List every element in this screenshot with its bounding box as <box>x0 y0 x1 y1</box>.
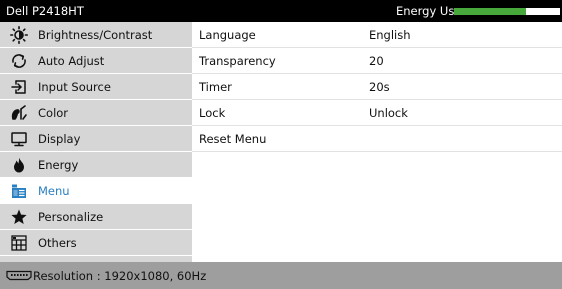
sidebar-item-label: Personalize <box>38 210 104 224</box>
setting-row-timer[interactable]: Timer 20s <box>192 74 562 100</box>
energy-use-fill <box>454 8 527 15</box>
sidebar-item-others[interactable]: Others <box>0 230 192 256</box>
resolution-text: Resolution : 1920x1080, 60Hz <box>33 269 207 283</box>
sidebar-item-menu[interactable]: Menu <box>0 178 192 204</box>
sidebar-item-label: Display <box>38 132 81 146</box>
setting-row-language[interactable]: Language English <box>192 22 562 48</box>
sidebar-item-label: Menu <box>38 184 70 198</box>
sidebar-item-auto-adjust[interactable]: Auto Adjust <box>0 48 192 74</box>
sidebar-item-label: Auto Adjust <box>38 54 105 68</box>
setting-row-reset-menu[interactable]: Reset Menu <box>192 126 562 152</box>
title-bar: Dell P2418HT Energy Use <box>0 0 562 22</box>
setting-value: 20s <box>369 80 390 94</box>
sidebar-item-display[interactable]: Display <box>0 126 192 152</box>
setting-value: 20 <box>369 54 384 68</box>
setting-name: Lock <box>199 106 226 120</box>
model-name: Dell P2418HT <box>6 4 84 18</box>
sidebar-item-personalize[interactable]: Personalize <box>0 204 192 230</box>
monitor-osd: Dell P2418HT Energy Use Brightness/Contr… <box>0 0 562 289</box>
menu-icon <box>10 182 28 200</box>
menu-settings-panel: Language English Transparency 20 Timer 2… <box>192 22 562 262</box>
energy-use-meter <box>454 8 560 15</box>
others-icon <box>10 234 28 252</box>
sidebar-item-energy[interactable]: Energy <box>0 152 192 178</box>
sidebar-item-label: Brightness/Contrast <box>38 28 153 42</box>
sidebar: Brightness/Contrast Auto Adjust Input So… <box>0 22 192 262</box>
sidebar-item-label: Color <box>38 106 69 120</box>
energy-icon <box>10 156 28 174</box>
sidebar-item-input-source[interactable]: Input Source <box>0 74 192 100</box>
input-source-icon <box>10 78 28 96</box>
sidebar-item-label: Others <box>38 236 77 250</box>
display-icon <box>10 130 28 148</box>
setting-name: Transparency <box>199 54 276 68</box>
setting-name: Timer <box>199 80 232 94</box>
sidebar-item-brightness-contrast[interactable]: Brightness/Contrast <box>0 22 192 48</box>
connector-icon <box>5 270 33 281</box>
sidebar-item-color[interactable]: Color <box>0 100 192 126</box>
setting-name: Language <box>199 28 256 42</box>
setting-name: Reset Menu <box>199 132 267 146</box>
energy-use-label: Energy Use <box>396 4 462 18</box>
auto-adjust-icon <box>10 52 28 70</box>
star-icon <box>10 208 28 226</box>
setting-row-transparency[interactable]: Transparency 20 <box>192 48 562 74</box>
setting-value: English <box>369 28 411 42</box>
sidebar-item-label: Energy <box>38 158 79 172</box>
setting-row-lock[interactable]: Lock Unlock <box>192 100 562 126</box>
setting-value: Unlock <box>369 106 408 120</box>
status-bar: Resolution : 1920x1080, 60Hz <box>0 262 562 289</box>
brightness-icon <box>10 26 29 45</box>
color-icon <box>10 104 28 122</box>
sidebar-item-label: Input Source <box>38 80 111 94</box>
